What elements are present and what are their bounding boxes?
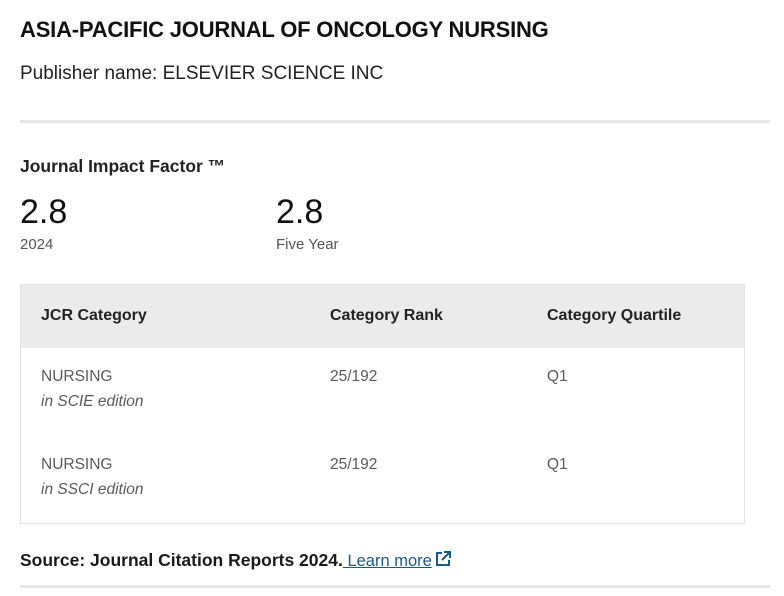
impact-factor-heading: Journal Impact Factor ™: [20, 156, 226, 176]
impact-factor-value: 2.8: [20, 193, 68, 231]
table-row: NURSING in SCIE edition 25/192 Q1: [21, 368, 744, 456]
column-header-quartile: Category Quartile: [547, 307, 682, 324]
section-divider: [20, 585, 770, 588]
five-year-impact-factor-value: 2.8: [276, 193, 324, 231]
rank-cell: 25/192: [330, 368, 378, 385]
source-note: Source: Journal Citation Reports 2024. L…: [20, 550, 452, 573]
category-cell: NURSING in SCIE edition: [41, 368, 144, 411]
table-row: NURSING in SSCI edition 25/192 Q1: [21, 456, 744, 544]
category-edition: in SSCI edition: [41, 481, 144, 498]
column-header-category: JCR Category: [41, 307, 147, 324]
section-divider: [20, 120, 770, 123]
quartile-cell: Q1: [547, 456, 568, 473]
journal-title: ASIA-PACIFIC JOURNAL OF ONCOLOGY NURSING: [20, 17, 549, 42]
rank-cell: 25/192: [330, 456, 378, 473]
impact-factor-year: 2024: [20, 236, 54, 253]
learn-more-label: Learn more: [342, 552, 432, 570]
quartile-cell: Q1: [547, 368, 568, 385]
five-year-label: Five Year: [276, 236, 339, 253]
publisher-name: Publisher name: ELSEVIER SCIENCE INC: [20, 63, 384, 84]
impact-factor-metric: 2.8 2024: [20, 192, 67, 253]
category-edition: in SCIE edition: [41, 393, 144, 410]
column-header-rank: Category Rank: [330, 307, 443, 324]
category-cell: NURSING in SSCI edition: [41, 456, 144, 499]
category-name: NURSING: [41, 456, 113, 473]
learn-more-link[interactable]: Learn more: [342, 550, 452, 573]
category-table: JCR Category Category Rank Category Quar…: [20, 284, 745, 524]
source-text: Source: Journal Citation Reports 2024.: [20, 550, 343, 570]
five-year-impact-factor-metric: 2.8 Five Year: [276, 192, 339, 253]
category-name: NURSING: [41, 368, 113, 385]
external-link-icon: [434, 550, 452, 573]
table-header: JCR Category Category Rank Category Quar…: [21, 285, 744, 348]
